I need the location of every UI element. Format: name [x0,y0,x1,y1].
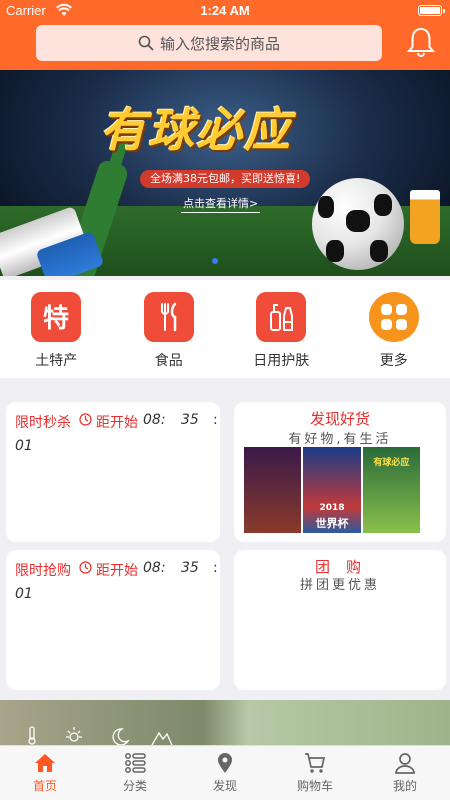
tab-mine[interactable]: 我的 [360,746,450,800]
home-screen: Carrier 1:24 AM 输入您搜索的商品 有球必应 全场满38元包邮，买… [0,0,450,800]
countdown-separator: : [213,560,218,576]
tab-label: 发现 [212,779,237,793]
banner-detail-link[interactable]: 点击查看详情> [180,195,261,213]
tab-label: 首页 [32,779,57,793]
category-label: 食品 [154,353,183,369]
location-icon [218,753,232,773]
countdown-minutes: 35 [181,560,199,576]
home-icon [35,754,55,772]
discover-goods-card[interactable]: 发现好货 有好物,有生活 2018 世界杯 有球必应 [234,402,446,542]
countdown-hours: 08: [143,412,166,428]
tab-label: 我的 [392,779,417,793]
category-item-food[interactable]: 食品 [113,280,226,378]
flash-sale-title: 限时秒杀 [15,415,71,431]
countdown-seconds: 01 [15,438,33,454]
carousel-indicator[interactable] [212,258,218,264]
goods-image-right: 有球必应 [362,447,420,533]
category-label: 日用护肤 [253,353,310,369]
category-item-daily-skincare[interactable]: 日用护肤 [225,280,338,378]
goods-label: 2018 [319,503,345,513]
limited-buy-card[interactable]: 限时抢购 距开始 08: 35 : 01 [6,550,220,690]
countdown-separator: : [213,412,218,428]
goods-label: 有球必应 [373,458,410,468]
flash-sale-card[interactable]: 限时秒杀 距开始 08: 35 : 01 [6,402,220,542]
countdown-minutes: 35 [181,412,199,428]
group-buy-card[interactable]: 团购 拼团更优惠 [234,550,446,690]
top-header: Carrier 1:24 AM 输入您搜索的商品 [0,0,450,70]
cart-icon [305,753,326,773]
mountain-icon [151,731,173,745]
category-label: 土特产 [35,353,78,369]
tab-label: 购物车 [296,779,333,793]
moon-icon [112,728,130,745]
utensils-icon [143,292,194,342]
svg-text:特: 特 [43,303,69,334]
promo-banner[interactable]: 有球必应 全场满38元包邮，买即送惊喜! 点击查看详情> [0,70,450,276]
countdown-hours: 08: [143,560,166,576]
group-buy-subtitle: 拼团更优惠 [299,578,380,593]
soccer-ball-image [312,178,404,270]
battery-icon [418,5,445,16]
grid-icon [368,292,419,342]
clock-icon [79,561,92,574]
tab-label: 分类 [122,779,147,793]
weather-banner [0,700,450,745]
limited-buy-title: 限时抢购 [15,563,71,579]
list-icon [125,753,146,773]
banner-title: 有球必应 [100,103,292,157]
category-item-local-specialty[interactable]: 特 土特产 [0,280,113,378]
goods-image-middle: 2018 世界杯 [303,447,361,533]
goods-image-left [244,447,302,533]
countdown-label: 距开始 [96,563,138,579]
tab-cart[interactable]: 购物车 [270,746,360,800]
category-row: 特 土特产 食品 日用护肤 更多 [0,280,450,378]
search-icon [138,35,154,51]
beer-glass-image [410,190,440,244]
bottom-tab-bar: 首页 分类 发现 购物车 我的 [0,745,450,800]
tab-category[interactable]: 分类 [90,746,180,800]
discover-subtitle: 有好物,有生活 [288,432,392,447]
tab-discover[interactable]: 发现 [180,746,270,800]
status-bar: Carrier 1:24 AM [0,0,450,22]
countdown-seconds: 01 [15,586,33,602]
banner-promo: 全场满38元包邮，买即送惊喜! [140,170,311,188]
discover-goods-image: 2018 世界杯 有球必应 [244,447,422,533]
search-input[interactable]: 输入您搜索的商品 [36,25,382,61]
skincare-icon [256,292,307,342]
tab-home[interactable]: 首页 [0,746,90,800]
countdown-label: 距开始 [96,415,138,431]
search-placeholder: 输入您搜索的商品 [159,34,280,53]
status-time: 1:24 AM [200,3,250,18]
te-icon: 特 [31,292,82,342]
clock-icon [79,413,92,426]
user-icon [395,753,415,774]
sun-icon [66,727,82,742]
category-label: 更多 [379,353,408,369]
goods-label: 世界杯 [315,517,349,530]
discover-title: 发现好货 [309,410,370,428]
category-item-more[interactable]: 更多 [338,280,450,378]
bell-icon[interactable] [406,26,436,58]
thermometer-icon [28,726,36,745]
